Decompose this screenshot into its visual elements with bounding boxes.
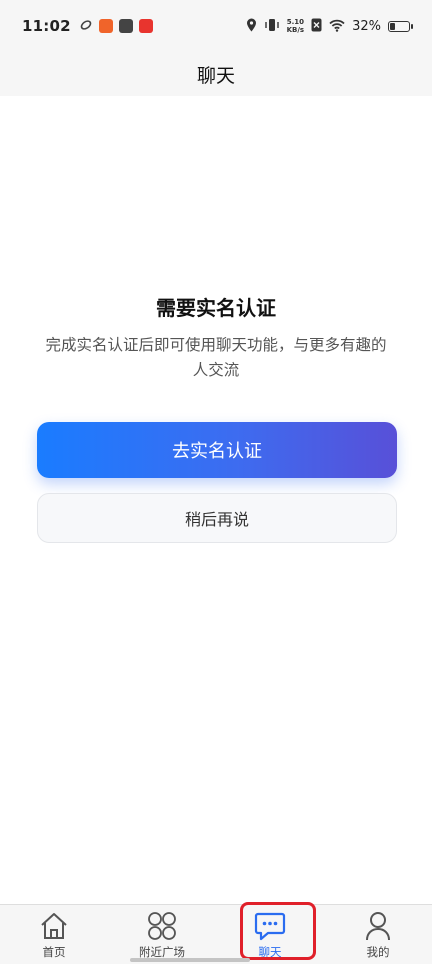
network-speed-value: 5.10 bbox=[286, 18, 304, 26]
mail-app-icon bbox=[118, 19, 133, 33]
location-icon bbox=[246, 17, 257, 36]
person-icon bbox=[362, 911, 394, 941]
status-bar: 11:02 5.10 KB/s 32% bbox=[0, 0, 432, 52]
bottom-nav: 首页 附近广场 聊天 我的 bbox=[0, 904, 432, 964]
verify-identity-button[interactable]: 去实名认证 bbox=[37, 422, 397, 478]
vibrate-icon bbox=[264, 17, 280, 36]
battery-icon bbox=[388, 20, 413, 32]
shopping-app-icon bbox=[98, 19, 113, 33]
battery-percent: 32% bbox=[352, 18, 381, 34]
verification-panel: 需要实名认证 完成实名认证后即可使用聊天功能，与更多有趣的人交流 去实名认证 稍… bbox=[0, 96, 432, 904]
verification-description: 完成实名认证后即可使用聊天功能，与更多有趣的人交流 bbox=[45, 336, 387, 379]
battery-level bbox=[390, 22, 395, 30]
status-time: 11:02 bbox=[22, 17, 71, 35]
network-speed: 5.10 KB/s bbox=[287, 18, 304, 34]
nav-item-chat[interactable]: 聊天 bbox=[216, 905, 324, 964]
chat-bubble-icon bbox=[254, 911, 286, 941]
nav-item-profile[interactable]: 我的 bbox=[324, 905, 432, 964]
nav-label-profile: 我的 bbox=[366, 945, 390, 959]
nav-item-nearby[interactable]: 附近广场 bbox=[108, 905, 216, 964]
home-icon bbox=[38, 911, 70, 941]
nav-label-home: 首页 bbox=[42, 945, 66, 959]
status-bar-right: 5.10 KB/s 32% bbox=[246, 17, 413, 36]
status-bar-left: 11:02 bbox=[22, 17, 153, 36]
page-title: 聊天 bbox=[196, 64, 235, 87]
no-sim-icon bbox=[311, 17, 322, 36]
network-speed-unit: KB/s bbox=[286, 26, 305, 34]
later-button[interactable]: 稍后再说 bbox=[37, 493, 397, 543]
app-notification-icon bbox=[79, 17, 93, 36]
page-header: 聊天 bbox=[0, 52, 432, 96]
wifi-icon bbox=[329, 17, 345, 36]
nav-label-chat: 聊天 bbox=[258, 945, 282, 959]
grid-circles-icon bbox=[146, 911, 178, 941]
nav-item-home[interactable]: 首页 bbox=[0, 905, 108, 964]
home-indicator bbox=[130, 958, 250, 962]
news-app-icon bbox=[138, 19, 153, 33]
verification-title: 需要实名认证 bbox=[156, 296, 276, 320]
